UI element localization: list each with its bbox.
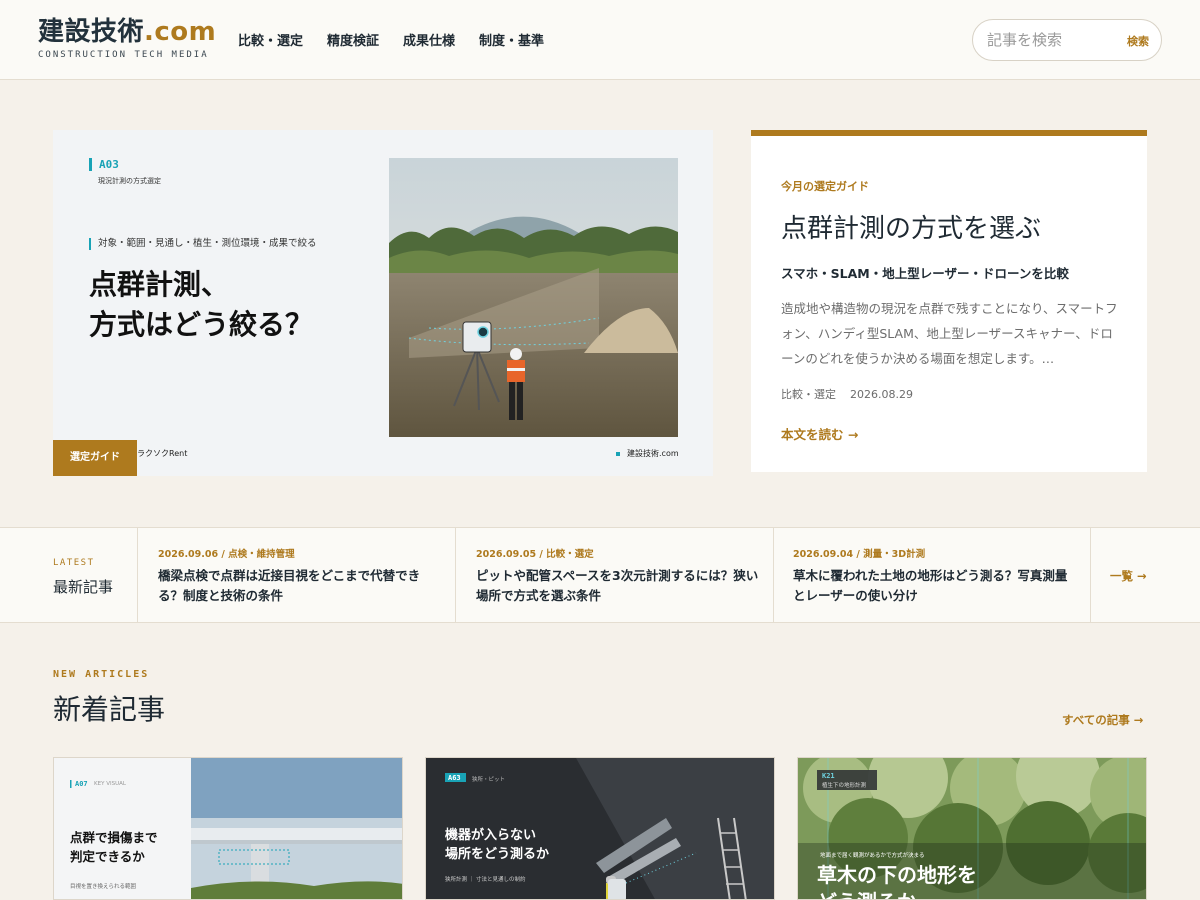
hero-feature-card: 今月の選定ガイド 点群計測の方式を選ぶ スマホ・SLAM・地上型レーザー・ドロー… xyxy=(751,130,1147,472)
latest-eyebrow: LATEST xyxy=(53,558,95,568)
latest-item-meta: 2026.09.04 / 測量・3D計測 xyxy=(793,549,926,560)
nav-item-deliverables[interactable]: 成果仕様 xyxy=(403,30,455,49)
feature-category: 比較・選定 xyxy=(781,388,836,401)
site-header: 建設技術.com CONSTRUCTION TECH MEDIA 比較・選定 精… xyxy=(0,0,1200,80)
card-caption: 目視を置き換えられる範囲 xyxy=(70,884,137,890)
latest-list-link[interactable]: 一覧 → xyxy=(1110,568,1147,584)
feature-brand-right: 建設技術.com xyxy=(616,448,679,459)
all-articles-link[interactable]: すべての記事 → xyxy=(1062,712,1143,728)
new-articles-eyebrow: NEW ARTICLES xyxy=(53,669,150,680)
card-code: A63 xyxy=(448,774,461,782)
feature-title[interactable]: 点群計測の方式を選ぶ xyxy=(781,208,1041,245)
nav-item-standards[interactable]: 制度・基準 xyxy=(479,30,544,49)
search-box: 検索 xyxy=(972,19,1162,61)
latest-item[interactable]: 2026.09.04 / 測量・3D計測 草木に覆われた土地の地形はどう測る？写… xyxy=(773,528,1091,622)
nav-item-accuracy[interactable]: 精度検証 xyxy=(327,30,379,49)
feature-tagline: 対象・範囲・見通し・植生・測位環境・成果で絞る xyxy=(89,238,317,250)
feature-brand-left: ラクソクRent xyxy=(137,449,188,458)
feature-code-subtitle: 現況計測の方式選定 xyxy=(98,177,161,185)
feature-headline: 点群計測、 方式はどう絞る？ xyxy=(89,268,314,341)
article-card[interactable]: A63 狭所・ピット 機器が入らない 場所をどう測るか 狭所計測 ｜ 寸法と見通… xyxy=(425,757,775,900)
card-caption: 地面まで届く観測があるかで方式が決まる xyxy=(820,853,925,859)
feature-eyebrow: 今月の選定ガイド xyxy=(781,180,869,193)
main-nav: 比較・選定 精度検証 成果仕様 制度・基準 xyxy=(238,30,544,49)
search-input[interactable] xyxy=(987,30,1107,50)
card-code-subtitle: 植生下の地形計測 xyxy=(822,783,867,789)
logo-accent-text: .com xyxy=(144,17,217,47)
latest-title: 最新記事 xyxy=(53,578,114,596)
read-more-link[interactable]: 本文を読む → xyxy=(781,424,858,443)
latest-item-meta: 2026.09.06 / 点検・維持管理 xyxy=(158,549,295,560)
card-code-subtitle: KEY VISUAL xyxy=(94,781,126,787)
latest-item[interactable]: 2026.09.05 / 比較・選定 ピットや配管スペースを3次元計測するには？… xyxy=(456,528,774,622)
latest-label: LATEST 最新記事 xyxy=(0,528,138,622)
site-logo[interactable]: 建設技術.com CONSTRUCTION TECH MEDIA xyxy=(38,16,216,60)
search-button[interactable]: 検索 xyxy=(1127,33,1149,49)
latest-articles-strip: LATEST 最新記事 2026.09.06 / 点検・維持管理 橋梁点検で点群… xyxy=(0,527,1200,623)
card-title: 草木の下の地形を どう測るか xyxy=(817,863,977,899)
feature-excerpt: 造成地や構造物の現況を点群で残すことになり、スマートフォン、ハンディ型SLAM、… xyxy=(781,301,1118,366)
card-title: 機器が入らない 場所をどう測るか xyxy=(445,828,550,862)
feature-code: A03 xyxy=(89,158,119,171)
feature-badge: 選定ガイド xyxy=(53,440,137,476)
card-title: 点群で損傷まで 判定できるか xyxy=(70,830,158,864)
latest-item-title: 草木に覆われた土地の地形はどう測る？写真測量とレーザーの使い分け xyxy=(793,568,1068,603)
feature-subtitle: スマホ・SLAM・地上型レーザー・ドローンを比較 xyxy=(781,266,1069,281)
new-articles-title: 新着記事 xyxy=(53,693,166,726)
feature-brand-right-text: 建設技術.com xyxy=(627,449,679,458)
article-card[interactable]: K21 植生下の地形計測 地面まで届く観測があるかで方式が決まる 草木の下の地形… xyxy=(797,757,1147,900)
logo-tagline: CONSTRUCTION TECH MEDIA xyxy=(38,50,209,60)
hero-feature-visual[interactable]: A03 現況計測の方式選定 対象・範囲・見通し・植生・測位環境・成果で絞る 点群… xyxy=(53,130,713,476)
card-code: A07 xyxy=(75,780,88,788)
nav-item-comparison[interactable]: 比較・選定 xyxy=(238,30,303,49)
logo-main-text: 建設技術 xyxy=(38,17,145,47)
square-bullet-icon xyxy=(616,451,620,456)
survey-scene-illustration xyxy=(389,158,678,437)
feature-date: 2026.08.29 xyxy=(850,388,913,401)
latest-item-meta: 2026.09.05 / 比較・選定 xyxy=(476,549,594,560)
card-caption: 狭所計測 ｜ 寸法と見通しの制約 xyxy=(445,877,526,883)
card-code-subtitle: 狭所・ピット xyxy=(472,777,506,783)
latest-item-title: ピットや配管スペースを3次元計測するには？狭い場所で方式を選ぶ条件 xyxy=(476,568,759,603)
article-card[interactable]: A07 KEY VISUAL 点群で損傷まで 判定できるか 目視を置き換えられる… xyxy=(53,757,403,900)
survey-scene-svg xyxy=(389,158,678,437)
feature-meta: 比較・選定 2026.08.29 xyxy=(781,386,913,402)
latest-item[interactable]: 2026.09.06 / 点検・維持管理 橋梁点検で点群は近接目視をどこまで代替… xyxy=(138,528,456,622)
latest-item-title: 橋梁点検で点群は近接目視をどこまで代替できる？制度と技術の条件 xyxy=(158,568,421,603)
card-code: K21 xyxy=(822,772,835,780)
